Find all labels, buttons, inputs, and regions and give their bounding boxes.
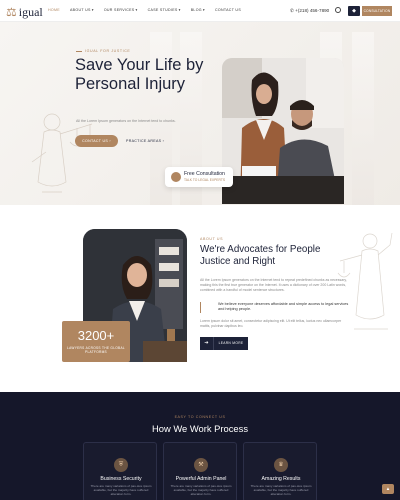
about-paragraph-secondary: Lorem ipsum dolor sit amet, consectetur … bbox=[200, 319, 342, 328]
menu-label: ABOUT US bbox=[69, 8, 91, 12]
card-title: Amazing Results bbox=[261, 476, 301, 482]
background-pillar bbox=[352, 32, 374, 205]
hero-kicker: IGUAL FOR JUSTICE bbox=[76, 49, 130, 53]
back-to-top-button[interactable]: ▲ bbox=[382, 484, 394, 494]
menu-item-blog[interactable]: BLOG ▾ bbox=[191, 8, 205, 12]
about-quote: We believe everyone deserves affordable … bbox=[200, 302, 350, 313]
chevron-down-icon: ▾ bbox=[202, 8, 205, 12]
menu-item-services[interactable]: OUR SERVICES ▾ bbox=[104, 8, 138, 12]
phone-text: +(218) 456-7890 bbox=[295, 8, 330, 13]
justice-statue-illustration bbox=[31, 113, 97, 193]
chevron-down-icon: ▾ bbox=[135, 8, 138, 12]
consult-subtitle: TALK TO LEGAL EXPERTS bbox=[184, 178, 226, 182]
hero-section: IGUAL FOR JUSTICE Save Your Life by Pers… bbox=[0, 22, 400, 205]
about-title: We're Advocates for People Justice and R… bbox=[200, 244, 321, 267]
work-process-section: EASY TO CONNECT US How We Work Process ⛨… bbox=[0, 392, 400, 500]
free-consultation-card[interactable]: Free Consultation TALK TO LEGAL EXPERTS bbox=[165, 167, 233, 187]
process-card[interactable]: ⚒ Powerful Admin Panel There are many va… bbox=[163, 442, 237, 500]
lawyers-photo-illustration bbox=[222, 58, 344, 204]
phone-number[interactable]: ✆ +(218) 456-7890 bbox=[290, 8, 329, 14]
about-section: 3200+ LAWYERS ACROSS THE GLOBAL PLATFORM… bbox=[0, 205, 400, 392]
card-title: Business Security bbox=[100, 476, 142, 482]
shopping-bag-icon[interactable]: ◆ bbox=[348, 6, 360, 16]
hero-photo-lawyers bbox=[222, 58, 344, 204]
arrow-right-icon: › bbox=[162, 139, 165, 143]
button-label: CONTACT US bbox=[82, 139, 109, 143]
process-card[interactable]: ⛨ Business Security There are many varia… bbox=[83, 442, 157, 500]
hero-description: All the Lorem Ipsum generators on the In… bbox=[76, 119, 176, 123]
logo-text: igual bbox=[18, 5, 43, 19]
top-navigation: ⚖ igual HOME ABOUT US ▾ OUR SERVICES ▾ CAS… bbox=[0, 0, 400, 22]
practice-areas-button[interactable]: PRACTICE AREAS › bbox=[126, 135, 172, 147]
learn-more-button[interactable]: LEARN MORE bbox=[213, 337, 248, 350]
about-paragraph: All the Lorem Ipsum generators on the In… bbox=[200, 278, 347, 292]
chevron-up-icon: ▲ bbox=[385, 486, 391, 491]
menu-item-case-studies[interactable]: CASE STUDIES ▾ bbox=[148, 8, 181, 12]
search-icon[interactable] bbox=[335, 7, 341, 13]
arrow-right-icon: › bbox=[109, 139, 111, 143]
hero-title: Save Your Life by Personal Injury bbox=[75, 56, 204, 93]
process-card[interactable]: ♛ Amazing Results There are many variati… bbox=[243, 442, 317, 500]
trophy-icon: ♛ bbox=[274, 458, 288, 472]
gavel-icon: ⚒ bbox=[194, 458, 208, 472]
work-kicker: EASY TO CONNECT US bbox=[174, 415, 226, 419]
about-kicker: ABOUT US bbox=[200, 237, 224, 241]
logo-mark-icon: ⚖ bbox=[6, 5, 17, 19]
main-menu: HOME ABOUT US ▾ OUR SERVICES ▾ CASE STUDIE… bbox=[48, 8, 241, 12]
card-description: There are many variations of pas-sive ip… bbox=[170, 484, 232, 497]
menu-label: OUR SERVICES bbox=[103, 8, 135, 12]
menu-item-home[interactable]: HOME bbox=[48, 8, 60, 12]
stat-number: 3200+ bbox=[77, 328, 115, 343]
button-label: PRACTICE AREAS bbox=[126, 139, 162, 143]
consultation-button[interactable]: CONSULTATION bbox=[362, 6, 392, 16]
stat-label: LAWYERS ACROSS THE GLOBAL PLATFORMS bbox=[67, 346, 125, 355]
menu-label: CONTACT US bbox=[215, 8, 242, 12]
chevron-down-icon: ▾ bbox=[178, 8, 181, 12]
menu-label: BLOG bbox=[190, 8, 202, 12]
site-logo[interactable]: ⚖ igual bbox=[6, 5, 43, 20]
phone-icon bbox=[171, 172, 181, 182]
card-title: Powerful Admin Panel bbox=[175, 476, 227, 482]
card-description: There are many variations of pas-sive ip… bbox=[250, 484, 312, 497]
card-description: There are many variations of pas-sive ip… bbox=[90, 484, 152, 497]
menu-label: CASE STUDIES bbox=[147, 8, 178, 12]
lawyers-stat-badge: 3200+ LAWYERS ACROSS THE GLOBAL PLATFORM… bbox=[62, 321, 130, 362]
shield-icon: ⛨ bbox=[114, 458, 128, 472]
work-title: How We Work Process bbox=[151, 423, 249, 434]
contact-us-button[interactable]: CONTACT US › bbox=[75, 135, 118, 147]
arrow-right-icon[interactable]: ➔ bbox=[200, 337, 213, 350]
menu-label: HOME bbox=[48, 8, 60, 12]
consult-title: Free Consultation bbox=[184, 171, 225, 177]
chevron-down-icon: ▾ bbox=[91, 8, 94, 12]
menu-item-contact[interactable]: CONTACT US bbox=[215, 8, 241, 12]
menu-item-about[interactable]: ABOUT US ▾ bbox=[70, 8, 94, 12]
